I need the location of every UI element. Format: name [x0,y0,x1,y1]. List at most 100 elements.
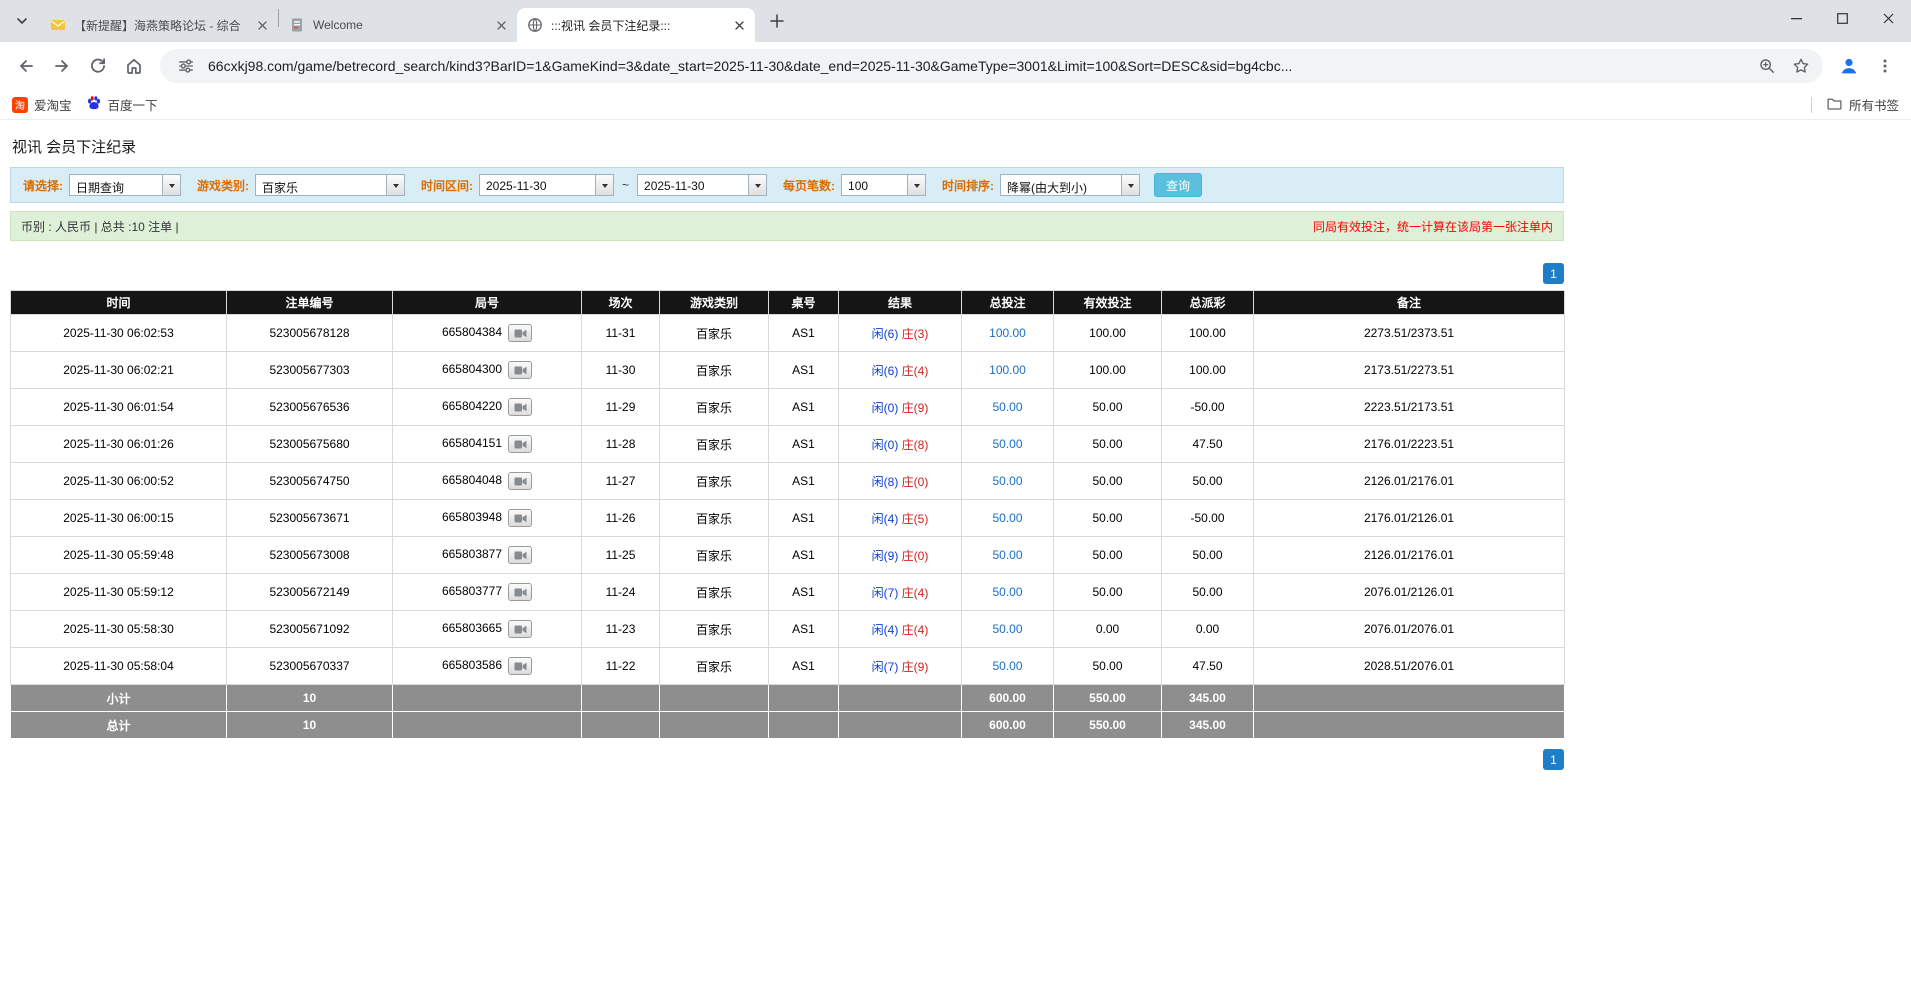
table-row: 2025-11-30 06:01:26523005675680665804151… [11,426,1565,463]
result-player: 闲(6) [872,327,899,341]
result-banker: 庄(0) [902,549,929,563]
window-minimize-button[interactable] [1773,0,1819,36]
search-button[interactable]: 查询 [1154,173,1202,197]
cell-time: 2025-11-30 05:59:48 [11,537,227,574]
total-bet-link[interactable]: 100.00 [989,363,1026,377]
tab-close-icon[interactable] [731,17,747,33]
view-round-button[interactable] [508,435,532,453]
view-round-button[interactable] [508,509,532,527]
total-bet-link[interactable]: 50.00 [992,585,1022,599]
zoom-icon[interactable] [1755,54,1779,78]
video-icon [514,476,527,487]
per-page-label: 每页笔数: [783,177,835,194]
cell-total-bet: 50.00 [962,389,1054,426]
chevron-down-icon[interactable] [386,175,404,195]
total-bet-link[interactable]: 50.00 [992,437,1022,451]
chevron-down-icon[interactable] [907,175,925,195]
cell-total-bet: 50.00 [962,537,1054,574]
profile-button[interactable] [1831,48,1867,84]
cell-game-type: 百家乐 [660,352,769,389]
total-bet-link[interactable]: 50.00 [992,659,1022,673]
cell-time: 2025-11-30 06:01:54 [11,389,227,426]
round-id: 665803777 [442,584,502,598]
all-bookmarks-label: 所有书签 [1849,95,1899,114]
tab-close-icon[interactable] [254,17,270,33]
cell-bet-id: 523005678128 [227,315,393,352]
view-round-button[interactable] [508,472,532,490]
bookmark-taobao[interactable]: 淘 爱淘宝 [12,95,72,114]
total-bet-link[interactable]: 50.00 [992,548,1022,562]
view-round-button[interactable] [508,620,532,638]
cell-table: AS1 [769,648,839,685]
window-maximize-button[interactable] [1819,0,1865,36]
page-number-button[interactable]: 1 [1543,749,1564,770]
site-settings-icon[interactable] [174,54,198,78]
page-title: 视讯 会员下注纪录 [10,120,1911,167]
view-round-button[interactable] [508,546,532,564]
query-type-select[interactable]: 日期查询 [69,174,181,196]
bookmark-baidu[interactable]: 百度一下 [86,95,158,114]
result-player: 闲(9) [872,549,899,563]
table-header-row: 时间注单编号局号场次游戏类别桌号结果总投注有效投注总派彩备注 [11,291,1565,315]
browser-tab-welcome[interactable]: Welcome [279,8,517,42]
back-icon [16,56,36,76]
table-row: 2025-11-30 05:59:48523005673008665803877… [11,537,1565,574]
view-round-button[interactable] [508,324,532,342]
summary-cell [769,685,839,712]
date-start-select[interactable]: 2025-11-30 [479,174,614,196]
game-type-label: 游戏类别: [197,177,249,194]
browser-tab-betrecord[interactable]: :::视讯 会员下注纪录::: [517,8,755,42]
tab-title: :::视讯 会员下注纪录::: [551,17,723,34]
date-end-select[interactable]: 2025-11-30 [637,174,767,196]
cell-session: 11-22 [582,648,660,685]
sort-select[interactable]: 降幂(由大到小) [1000,174,1140,196]
game-type-select[interactable]: 百家乐 [255,174,405,196]
cell-valid-bet: 50.00 [1054,574,1162,611]
total-bet-link[interactable]: 100.00 [989,326,1026,340]
home-button[interactable] [116,48,152,84]
cell-bet-id: 523005672149 [227,574,393,611]
chevron-down-icon[interactable] [162,175,180,195]
menu-button[interactable] [1867,48,1903,84]
total-bet-link[interactable]: 50.00 [992,622,1022,636]
chevron-down-icon[interactable] [748,175,766,195]
cell-game-type: 百家乐 [660,574,769,611]
view-round-button[interactable] [508,398,532,416]
result-player: 闲(7) [872,660,899,674]
minimize-icon [1791,13,1802,24]
bookmark-star-icon[interactable] [1789,54,1813,78]
sort-value: 降幂(由大到小) [1001,175,1121,195]
taobao-icon: 淘 [12,97,28,113]
new-tab-button[interactable] [763,7,791,35]
cell-payout: 47.50 [1162,648,1254,685]
column-header: 时间 [11,291,227,315]
chevron-down-icon[interactable] [1121,175,1139,195]
cell-total-bet: 50.00 [962,463,1054,500]
per-page-select[interactable]: 100 [841,174,926,196]
tab-search-button[interactable] [8,7,36,35]
summary-cell: 10 [227,685,393,712]
view-round-button[interactable] [508,583,532,601]
back-button[interactable] [8,48,44,84]
window-close-button[interactable] [1865,0,1911,36]
cell-session: 11-26 [582,500,660,537]
column-header: 备注 [1254,291,1565,315]
column-header: 总投注 [962,291,1054,315]
summary-cell: 10 [227,712,393,739]
cell-table: AS1 [769,611,839,648]
chevron-down-icon[interactable] [595,175,613,195]
view-round-button[interactable] [508,657,532,675]
round-id: 665803665 [442,621,502,635]
browser-tab-forum[interactable]: 【新提醒】海燕策略论坛 - 综合 [40,8,278,42]
total-bet-link[interactable]: 50.00 [992,400,1022,414]
tab-close-icon[interactable] [493,17,509,33]
cell-result: 闲(0) 庄(9) [839,389,962,426]
total-bet-link[interactable]: 50.00 [992,511,1022,525]
refresh-button[interactable] [80,48,116,84]
forward-button[interactable] [44,48,80,84]
total-bet-link[interactable]: 50.00 [992,474,1022,488]
address-bar[interactable]: 66cxkj98.com/game/betrecord_search/kind3… [160,49,1823,83]
all-bookmarks-button[interactable]: 所有书签 [1826,95,1899,115]
view-round-button[interactable] [508,361,532,379]
page-number-button[interactable]: 1 [1543,263,1564,284]
